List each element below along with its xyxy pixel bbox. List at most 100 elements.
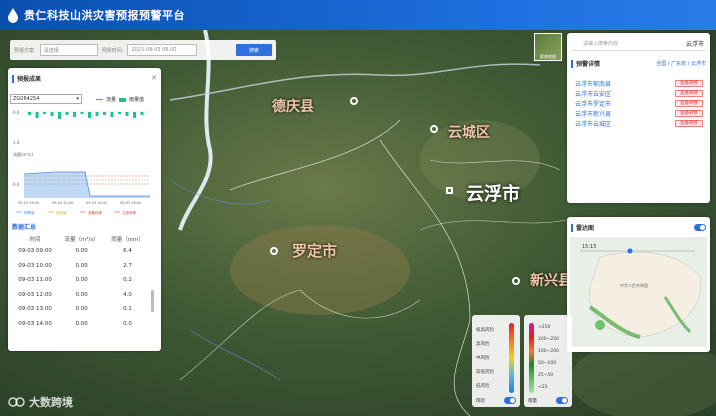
table-cell: 09-03 09:00 [18, 248, 52, 255]
table-cell: 0.00 [75, 320, 88, 327]
warning-area: 云浮市云城区 [575, 120, 612, 128]
warning-list: 云浮市郁南县 准备转移 云浮市云安区 准备转移 云浮市罗定市 准备转移 云浮市新兴县 准备转移… [575, 78, 703, 128]
threshold-legend: 立即转移 [122, 210, 136, 215]
legend-flow: 流量 [106, 97, 117, 103]
legend-label: 25~50 [538, 373, 554, 378]
rain-legend-swatch [119, 97, 127, 102]
radar-image: 15:15 中华人民共和国 [570, 237, 707, 347]
panel-title: 预报成果 [17, 76, 42, 83]
radar-region-label: 中华人民共和国 [620, 282, 648, 288]
rain-bar [133, 112, 136, 118]
table-cell: 0.00 [75, 248, 88, 255]
legend-label: 中风险 [476, 356, 490, 361]
status-badge: 准备转移 [675, 79, 703, 87]
map-label-yunfu: 云浮市 [466, 184, 520, 205]
status-badge: 准备转移 [675, 99, 703, 107]
table-cell: 09-03 12:00 [18, 291, 52, 298]
map-marker-icon[interactable] [270, 247, 278, 255]
scheme-select[interactable]: 请选择 [39, 44, 98, 56]
threshold-legend: 准备转移 [88, 210, 102, 215]
warning-item[interactable]: 云浮市云城区 准备转移 [575, 118, 703, 128]
rain-bar [80, 112, 84, 114]
rain-bar [50, 112, 54, 116]
title-accent [571, 223, 573, 232]
panel-title: 预警详情 [576, 61, 601, 68]
map-marker-icon[interactable] [512, 277, 520, 285]
title-accent [571, 59, 573, 68]
droplet-logo-icon [8, 8, 18, 23]
table-scrollbar[interactable] [151, 290, 154, 312]
rain-bar [88, 112, 91, 118]
table-cell: 09-03 11:00 [18, 277, 52, 284]
breadcrumb[interactable]: 全国 / 广东省 / 云浮市 [656, 60, 706, 67]
chart-legend: 流量 雨量值 [96, 96, 144, 103]
radar-toggle[interactable] [694, 224, 706, 231]
map-city-marker-icon[interactable] [446, 187, 453, 194]
rain-toggle[interactable] [556, 397, 568, 404]
warning-item[interactable]: 云浮市罗定市 准备转移 [575, 98, 703, 108]
warning-area: 云浮市云安区 [575, 90, 612, 98]
rain-bar [103, 112, 106, 115]
rain-bar [43, 112, 46, 114]
flow-axis-label: 流量(m³/s) [13, 151, 33, 157]
station-select[interactable]: ZG064254 ▾ [10, 94, 82, 104]
legend-footer: 风险 [476, 398, 485, 404]
legend-label: 极高风险 [476, 328, 494, 333]
legend-footer: 雨量 [528, 398, 537, 404]
warning-item[interactable]: 云浮市云安区 准备转移 [575, 88, 703, 98]
forecast-chart: 0.0 1.4 流量(m³/s) 0.0 09-03 09:00 09-03 1… [13, 110, 150, 215]
close-icon[interactable]: ✕ [151, 74, 157, 83]
forecast-search-bar: 预报方案: 请选择 预报时间: 2023-09-03 09:00 搜索 [10, 40, 276, 60]
status-badge: 准备转移 [675, 119, 703, 127]
location-label: 云浮市 [685, 41, 704, 48]
basemap-label: 影像地图 [540, 54, 556, 59]
basemap-switch-button[interactable]: 影像地图 [534, 33, 562, 61]
table-cell: 0.00 [75, 291, 88, 298]
legend-label: 200~250 [538, 337, 559, 342]
risk-legend: 极高风险 高风险 中风险 较低风险 低风险 风险 [472, 315, 520, 407]
rain-bar [73, 112, 76, 117]
summary-table: 时间 流量（m³/s） 雨量（mm） 09-03 09:00 0.00 6.4 09-… [12, 233, 150, 331]
map-marker-icon[interactable] [350, 97, 358, 105]
rain-bar [140, 112, 144, 115]
rain-bar [118, 112, 121, 114]
table-cell: 0.1 [123, 306, 132, 313]
warning-item[interactable]: 云浮市郁南县 准备转移 [575, 78, 703, 88]
rain-bar [28, 112, 31, 115]
legend-rain: 雨量值 [129, 97, 145, 103]
watermark-text: 大数跨境 [29, 396, 73, 409]
legend-label: <25 [538, 385, 548, 390]
rain-bar [95, 112, 99, 116]
table-cell: 4.0 [123, 291, 132, 298]
map-marker-icon[interactable] [430, 125, 438, 133]
risk-gradient-bar [509, 323, 514, 393]
table-row: 09-03 10:00 0.00 2.7 [12, 259, 150, 274]
warning-item[interactable]: 云浮市新兴县 准备转移 [575, 108, 703, 118]
legend-label: >250 [538, 325, 551, 330]
col-header: 流量（m³/s） [64, 236, 99, 243]
rain-legend: >250 200~250 100~200 50~100 25~50 <25 雨量 [524, 315, 572, 407]
map-label-luoding: 罗定市 [292, 242, 338, 260]
table-row: 09-03 14:00 0.00 0.0 [12, 317, 150, 332]
legend-label: 高风险 [476, 342, 490, 347]
y-tick-rain: 1.4 [13, 140, 20, 145]
rain-bar [125, 112, 129, 116]
radar-time: 15:15 [582, 244, 596, 250]
risk-toggle[interactable] [504, 397, 516, 404]
legend-label: 100~200 [538, 349, 559, 354]
radar-map[interactable]: 15:15 中华人民共和国 [570, 237, 707, 347]
time-picker[interactable]: 2023-09-03 09:00 [127, 44, 198, 56]
panel-title: 雷达图 [576, 225, 595, 232]
app-title: 贵仁科技山洪灾害预报预警平台 [24, 9, 185, 22]
table-cell: 09-03 14:00 [18, 320, 52, 327]
table-cell: 0.2 [123, 277, 132, 284]
search-placeholder: 请输入搜索内容 [583, 41, 619, 47]
app-header: 贵仁科技山洪灾害预报预警平台 [0, 0, 716, 30]
region-search-input[interactable]: 请输入搜索内容 云浮市 [571, 37, 706, 51]
map-label-xinxing: 新兴县 [530, 273, 572, 289]
status-badge: 准备转移 [675, 109, 703, 117]
threshold-legend: 危险值 [56, 210, 67, 215]
search-button[interactable]: 搜索 [236, 44, 272, 56]
col-header: 雨量（mm） [111, 236, 144, 243]
table-cell: 09-03 13:00 [18, 306, 52, 313]
